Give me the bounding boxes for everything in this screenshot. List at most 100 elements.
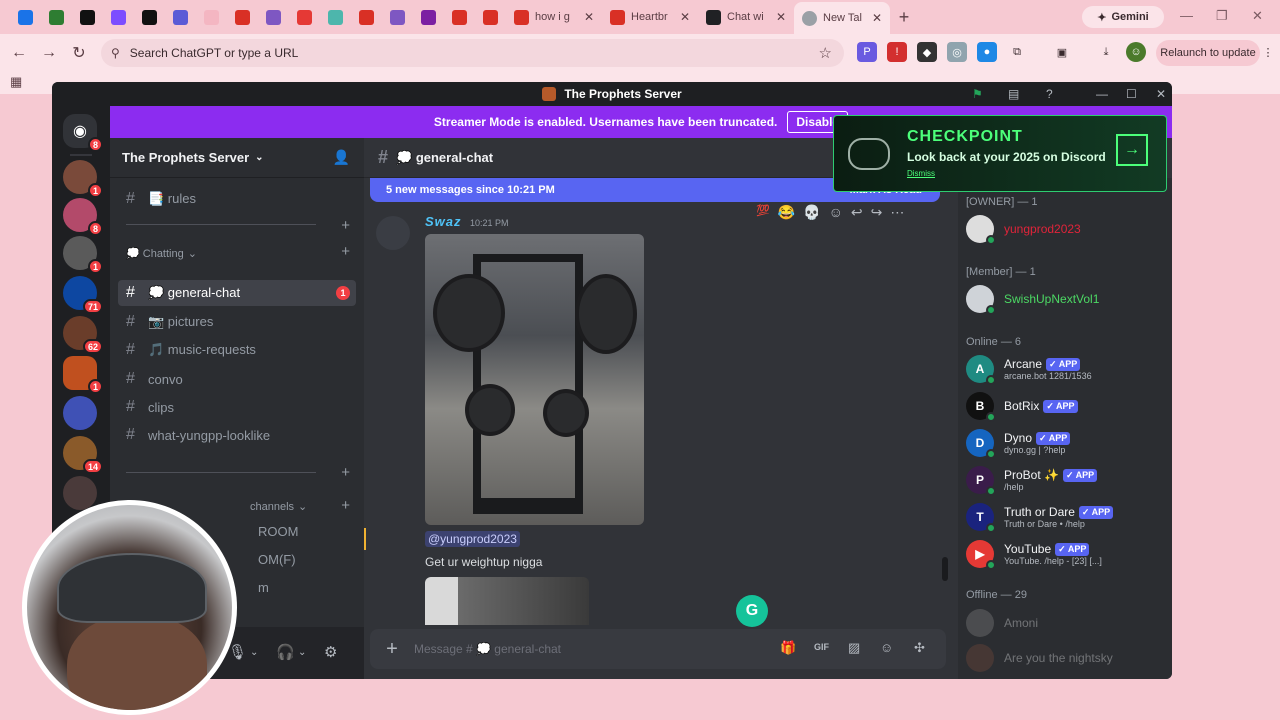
server-icon[interactable] (63, 396, 97, 430)
add-reaction-icon[interactable]: ☺ (829, 204, 843, 221)
help-icon[interactable]: ? (1046, 87, 1053, 101)
forward-icon[interactable]: → (34, 44, 64, 62)
tab-how-i[interactable]: how i g ✕ (506, 3, 602, 31)
extensions-puzzle-icon[interactable]: ⧉ (1007, 42, 1027, 62)
new-tab-button[interactable]: + (890, 7, 918, 28)
apps-grid-icon[interactable]: ▦ (10, 74, 22, 90)
omnibox[interactable]: ⚲ Search ChatGPT or type a URL ☆ (101, 39, 844, 67)
channel-rules[interactable]: # 📑 rules (118, 186, 356, 212)
category-voice[interactable]: channels ⌄ (250, 500, 307, 514)
apps-icon[interactable]: ✣ (914, 640, 925, 656)
arrow-right-icon[interactable]: → (1116, 134, 1148, 166)
member-offline[interactable]: Are you the nightsky (966, 641, 1166, 675)
add-channel-icon[interactable]: + (341, 243, 350, 260)
extension-icon[interactable]: ● (977, 42, 997, 62)
minimize-icon[interactable]: — (1096, 87, 1108, 101)
gemini-button[interactable]: ✦ Gemini (1082, 6, 1164, 28)
extension-icon[interactable]: ! (887, 42, 907, 62)
tab-heartbr[interactable]: Heartbr ✕ (602, 3, 698, 31)
pinned-tab[interactable] (289, 3, 320, 31)
reaction-skull-icon[interactable]: 💀 (803, 204, 820, 221)
channel-general-chat[interactable]: # 💭 general-chat 1 (118, 280, 356, 306)
checkpoint-popup[interactable]: CHECKPOINT Look back at your 2025 on Dis… (833, 115, 1167, 192)
extension-icon[interactable]: P (857, 42, 877, 62)
gym-photo-attachment[interactable] (425, 234, 644, 525)
close-icon[interactable]: ✕ (872, 11, 882, 25)
add-icon[interactable]: + (341, 464, 350, 481)
extension-icon[interactable]: ◆ (917, 42, 937, 62)
server-icon[interactable]: 62 (63, 316, 103, 354)
upload-plus-icon[interactable]: + (370, 638, 414, 661)
close-window-icon[interactable]: ✕ (1252, 8, 1263, 24)
pinned-tab[interactable] (134, 3, 165, 31)
voice-channel[interactable]: ROOM (250, 518, 350, 544)
close-window-icon[interactable]: ✕ (1156, 87, 1166, 101)
server-icon[interactable] (63, 476, 97, 510)
member-bot[interactable]: A Arcane ✓ APP arcane.bot 1281/1536 (966, 352, 1166, 386)
reaction-100-icon[interactable]: 💯 (756, 204, 770, 221)
maximize-icon[interactable]: ❐ (1216, 8, 1228, 24)
category-chatting[interactable]: 💭 Chatting ⌄ (126, 247, 197, 260)
channel-lookalike[interactable]: # what-yungpp-looklike (118, 422, 356, 448)
more-icon[interactable]: ⋮ (1258, 42, 1278, 62)
bookmark-star-icon[interactable]: ☆ (819, 44, 832, 62)
headphones-icon[interactable]: 🎧 (276, 643, 295, 661)
message-input[interactable] (414, 642, 744, 656)
microphone-icon[interactable]: 🎙 (228, 643, 247, 661)
reaction-laugh-icon[interactable]: 😂 (778, 204, 795, 221)
member-bot[interactable]: P ProBot ✨ ✓ APP/help (966, 463, 1166, 497)
forward-icon[interactable]: ↪ (871, 204, 883, 221)
pinned-tab[interactable] (196, 3, 227, 31)
message-author[interactable]: Swaz (425, 214, 462, 229)
reply-icon[interactable]: ↩ (851, 204, 863, 221)
gift-icon[interactable]: 🎁 (780, 640, 796, 656)
minimize-icon[interactable]: — (1180, 8, 1193, 23)
scrollbar[interactable] (942, 557, 948, 581)
voice-channel[interactable]: m (250, 574, 350, 600)
server-icon[interactable]: 1 (63, 236, 103, 274)
member-offline[interactable]: Amoni (966, 606, 1166, 640)
back-icon[interactable]: ← (4, 44, 34, 62)
pinned-tab[interactable] (382, 3, 413, 31)
inbox-icon[interactable]: ▤ (1008, 87, 1019, 101)
grammarly-icon[interactable]: G (736, 595, 768, 627)
relaunch-button[interactable]: Relaunch to update (1156, 40, 1260, 66)
pinned-tab[interactable] (10, 3, 41, 31)
settings-gear-icon[interactable]: ⚙ (324, 643, 337, 661)
close-icon[interactable]: ✕ (584, 10, 594, 24)
member-bot[interactable]: D Dyno ✓ APP dyno.gg | ?help (966, 426, 1166, 460)
server-icon[interactable]: 14 (63, 436, 103, 474)
pinned-tab[interactable] (227, 3, 258, 31)
user-mention[interactable]: @yungprod2023 (425, 531, 520, 547)
gif-icon[interactable]: GIF (814, 642, 829, 652)
avatar[interactable] (376, 216, 410, 250)
maximize-icon[interactable]: ☐ (1126, 87, 1137, 101)
add-icon[interactable]: + (341, 217, 350, 234)
server-name-header[interactable]: The Prophets Server ⌄ 👤 (110, 138, 364, 178)
pinned-tab[interactable] (258, 3, 289, 31)
invite-people-icon[interactable]: 👤 (333, 149, 350, 166)
add-channel-icon[interactable]: + (341, 497, 350, 514)
server-icon[interactable]: 71 (63, 276, 103, 314)
tab-chat[interactable]: Chat wi ✕ (698, 3, 794, 31)
sticker-icon[interactable]: ▨ (848, 640, 860, 656)
member-owner[interactable]: yungprod2023 (966, 212, 1166, 246)
emoji-icon[interactable]: ☺ (880, 640, 893, 655)
pinned-tab[interactable] (475, 3, 506, 31)
server-icon[interactable]: 8 (63, 198, 103, 236)
pinned-tab[interactable] (41, 3, 72, 31)
member-bot[interactable]: B BotRix ✓ APP (966, 389, 1166, 423)
voice-channel[interactable]: OM(F) (250, 546, 350, 572)
profile-avatar[interactable]: ☺ (1126, 42, 1146, 62)
dismiss-link[interactable]: Dismiss (907, 169, 935, 178)
member-bot[interactable]: T Truth or Dare ✓ APP Truth or Dare • /help (966, 500, 1166, 534)
channel-music-requests[interactable]: # 🎵 music-requests (118, 337, 356, 363)
reload-icon[interactable]: ↻ (64, 43, 94, 63)
pinned-tab[interactable] (165, 3, 196, 31)
pinned-tab[interactable] (444, 3, 475, 31)
pinned-tab[interactable] (413, 3, 444, 31)
server-icon[interactable]: 1 (63, 160, 103, 198)
server-icon[interactable]: 1 (63, 356, 103, 394)
more-options-icon[interactable]: ⋯ (890, 204, 904, 221)
pinned-tab[interactable] (72, 3, 103, 31)
